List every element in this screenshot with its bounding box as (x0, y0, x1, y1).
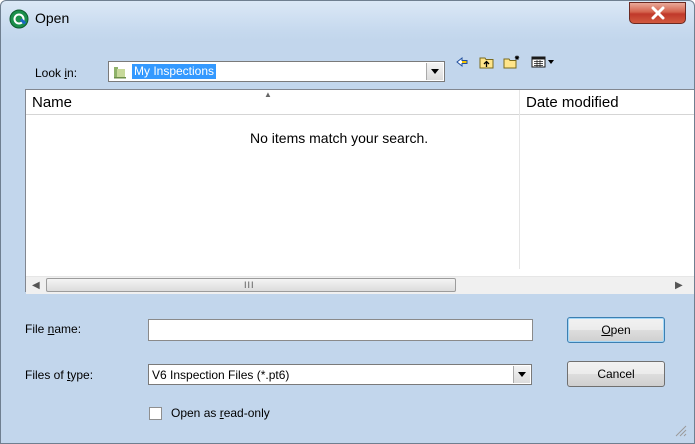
scroll-grip: III (244, 280, 255, 290)
resize-grip-icon[interactable] (673, 423, 687, 442)
close-button[interactable] (629, 2, 686, 24)
close-icon (651, 6, 665, 20)
filename-input[interactable] (148, 319, 533, 341)
view-menu-icon[interactable] (531, 55, 559, 74)
open-dialog: Open Look in: My Inspections ▲ Name Date… (0, 0, 695, 444)
empty-message: No items match your search. (250, 130, 429, 146)
readonly-checkbox[interactable] (149, 407, 162, 420)
column-date-modified[interactable]: Date modified (526, 94, 619, 111)
app-logo-icon (9, 9, 29, 29)
filetype-combo[interactable]: V6 Inspection Files (*.pt6) (148, 364, 532, 385)
scroll-right-icon[interactable]: ▶ (675, 280, 683, 291)
lookin-combo[interactable]: My Inspections (108, 61, 445, 82)
readonly-label[interactable]: Open as read-only (171, 406, 270, 420)
filetype-value: V6 Inspection Files (*.pt6) (152, 368, 290, 382)
filename-label: File name: (25, 322, 82, 336)
filetype-label: Files of type: (25, 368, 94, 382)
chevron-down-icon[interactable] (513, 366, 530, 383)
lookin-label: Look in: (35, 66, 78, 80)
new-folder-icon[interactable] (503, 55, 521, 74)
up-folder-icon[interactable] (479, 55, 495, 74)
scroll-thumb[interactable]: III (46, 278, 456, 292)
sort-ascending-icon: ▲ (264, 90, 272, 99)
list-header: ▲ Name Date modified (26, 90, 694, 115)
column-name[interactable]: Name (32, 94, 72, 111)
column-divider[interactable] (519, 90, 520, 269)
scroll-left-icon[interactable]: ◀ (32, 280, 40, 291)
lookin-value: My Inspections (132, 64, 217, 79)
open-button[interactable]: Open (567, 317, 665, 343)
window-title: Open (35, 10, 70, 26)
chevron-down-icon[interactable] (426, 63, 443, 80)
title-bar[interactable]: Open (1, 1, 694, 37)
folder-icon (113, 65, 127, 79)
back-arrow-icon[interactable] (455, 55, 469, 74)
cancel-button[interactable]: Cancel (567, 361, 665, 387)
horizontal-scrollbar[interactable]: ◀ III ▶ (26, 276, 694, 294)
file-list[interactable]: ▲ Name Date modified No items match your… (25, 89, 694, 294)
